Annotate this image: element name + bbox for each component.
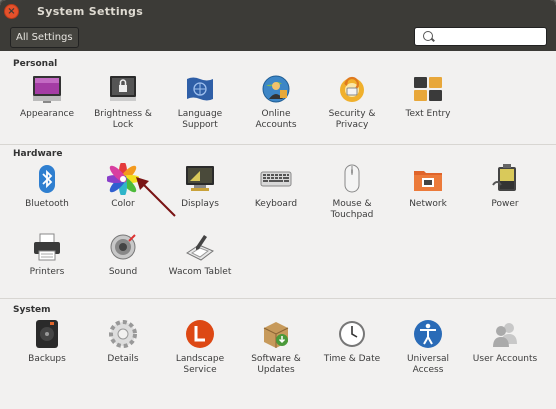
item-bluetooth[interactable]: Bluetooth <box>10 163 84 210</box>
keyboard-icon <box>260 163 292 195</box>
title-bar: × System Settings <box>0 0 556 24</box>
details-icon <box>107 318 139 350</box>
item-universal-access[interactable]: Universal Access <box>391 318 465 376</box>
toolbar: All Settings <box>0 24 556 51</box>
brightness-lock-icon <box>107 73 139 105</box>
item-user-accounts[interactable]: User Accounts <box>468 318 542 365</box>
color-icon <box>105 161 141 197</box>
item-appearance[interactable]: Appearance <box>10 73 84 120</box>
item-mouse-touchpad[interactable]: Mouse & Touchpad <box>315 163 389 221</box>
item-security-privacy[interactable]: Security & Privacy <box>315 73 389 131</box>
software-updates-icon <box>260 318 292 350</box>
wacom-tablet-icon <box>184 231 216 263</box>
item-color[interactable]: Color <box>86 161 160 210</box>
item-details[interactable]: Details <box>86 318 160 365</box>
text-entry-icon <box>412 73 444 105</box>
item-brightness-lock[interactable]: Brightness & Lock <box>86 73 160 131</box>
item-backups[interactable]: Backups <box>10 318 84 365</box>
backups-icon <box>31 318 63 350</box>
item-displays[interactable]: Displays <box>163 163 237 210</box>
item-time-date[interactable]: Time & Date <box>315 318 389 365</box>
section-divider <box>0 298 556 299</box>
network-icon <box>412 163 444 195</box>
power-icon <box>489 163 521 195</box>
displays-icon <box>184 163 216 195</box>
appearance-icon <box>31 73 63 105</box>
mouse-touchpad-icon <box>336 163 368 195</box>
item-language-support[interactable]: Language Support <box>163 73 237 131</box>
universal-access-icon <box>412 318 444 350</box>
sound-icon <box>107 231 139 263</box>
item-sound[interactable]: Sound <box>86 231 160 278</box>
settings-panel: Personal Appearance Brightness & Lock Lan… <box>0 51 556 409</box>
system-settings-window: × System Settings All Settings Personal … <box>0 0 556 409</box>
security-privacy-icon <box>336 73 368 105</box>
time-date-icon <box>336 318 368 350</box>
search-icon <box>423 31 433 41</box>
item-software-updates[interactable]: Software & Updates <box>239 318 313 376</box>
online-accounts-icon <box>260 73 292 105</box>
user-accounts-icon <box>489 318 521 350</box>
item-landscape-service[interactable]: Landscape Service <box>163 318 237 376</box>
landscape-service-icon <box>184 318 216 350</box>
item-online-accounts[interactable]: Online Accounts <box>239 73 313 131</box>
close-button[interactable]: × <box>4 4 19 19</box>
section-title-hardware: Hardware <box>13 149 63 159</box>
item-power[interactable]: Power <box>468 163 542 210</box>
item-printers[interactable]: Printers <box>10 231 84 278</box>
section-title-personal: Personal <box>13 59 58 69</box>
item-text-entry[interactable]: Text Entry <box>391 73 465 120</box>
search-box[interactable] <box>414 27 547 46</box>
all-settings-button[interactable]: All Settings <box>10 27 79 48</box>
section-title-system: System <box>13 305 51 315</box>
window-title: System Settings <box>37 5 144 18</box>
item-keyboard[interactable]: Keyboard <box>239 163 313 210</box>
item-wacom-tablet[interactable]: Wacom Tablet <box>163 231 237 278</box>
section-divider <box>0 144 556 145</box>
close-icon: × <box>7 5 16 17</box>
printers-icon <box>31 231 63 263</box>
bluetooth-icon <box>31 163 63 195</box>
item-network[interactable]: Network <box>391 163 465 210</box>
search-input[interactable] <box>437 29 545 45</box>
language-support-icon <box>184 73 216 105</box>
